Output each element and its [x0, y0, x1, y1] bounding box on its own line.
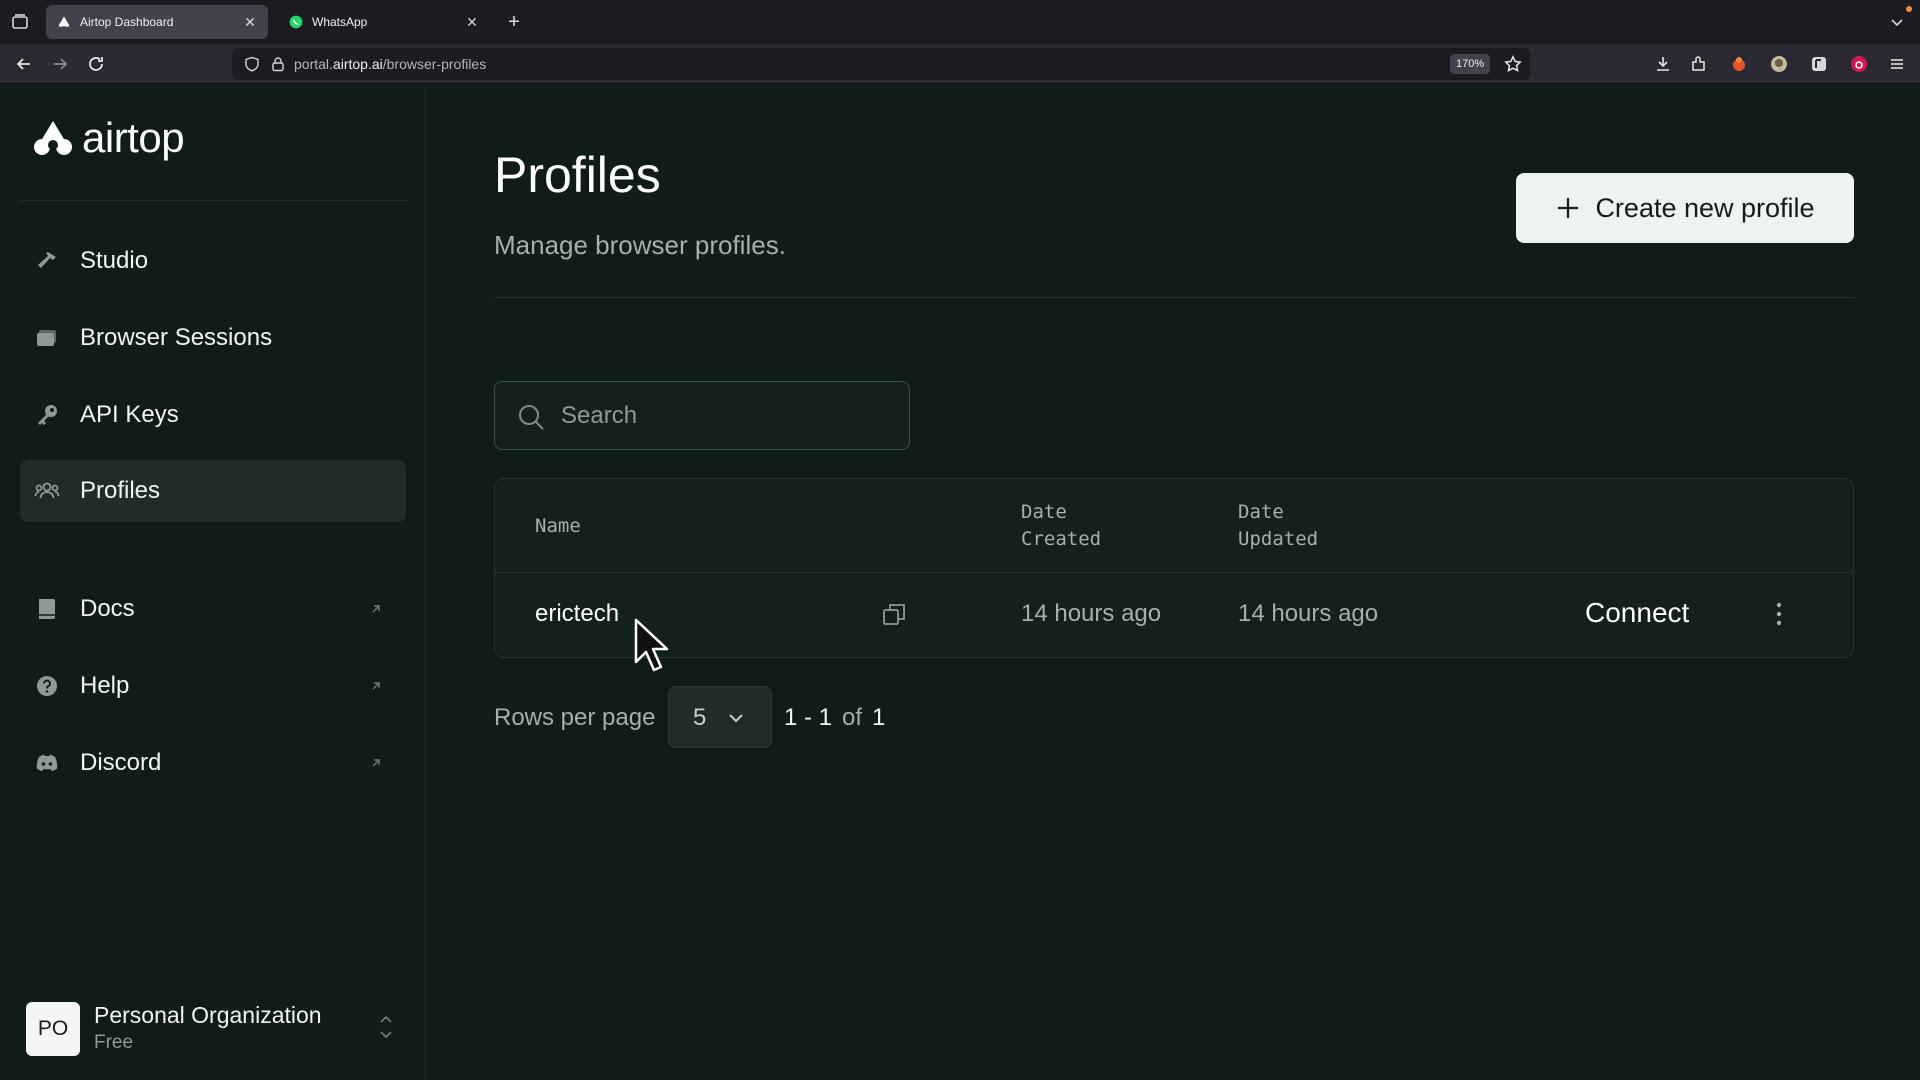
extension-avatar-icon[interactable] [1770, 55, 1788, 73]
sidebar-item-label: Browser Sessions [80, 324, 273, 351]
column-header-date-created[interactable]: Date Created [1021, 499, 1141, 553]
forward-arrow-icon[interactable] [50, 54, 70, 74]
close-tab-icon[interactable]: ✕ [464, 14, 480, 30]
address-bar[interactable]: portal.airtop.ai/browser-profiles 170% [232, 48, 1530, 80]
airtop-logo-icon [34, 121, 72, 155]
sidebar-divider [20, 200, 410, 201]
users-icon [34, 482, 60, 499]
tab-overview-icon[interactable] [10, 12, 30, 32]
pagination: Rows per page 5 1 - 1 of 1 [494, 686, 1094, 748]
list-all-tabs-icon[interactable] [1888, 13, 1906, 31]
table-row[interactable]: erictech 14 hours ago 14 hours ago Conne… [495, 573, 1853, 657]
profile-date-updated: 14 hours ago [1238, 600, 1379, 627]
more-options-icon[interactable] [1765, 597, 1793, 631]
create-new-profile-button[interactable]: Create new profile [1516, 173, 1854, 243]
airtop-favicon-icon [56, 14, 72, 30]
tab-whatsapp[interactable]: WhatsApp ✕ [278, 5, 490, 39]
sidebar: airtop Studio Browser Sessions API Keys … [0, 84, 426, 1080]
copy-icon[interactable] [881, 601, 907, 627]
org-name: Personal Organization [94, 1002, 322, 1028]
url-prefix: portal. [294, 56, 333, 72]
sidebar-item-api-keys[interactable]: API Keys [20, 384, 406, 446]
browser-tab-bar: Airtop Dashboard ✕ WhatsApp ✕ + [0, 0, 1920, 44]
header-divider [494, 297, 1854, 298]
tab-airtop-dashboard[interactable]: Airtop Dashboard ✕ [46, 5, 268, 39]
chevron-up-down-icon [380, 1015, 392, 1039]
url-domain: airtop.ai [332, 56, 383, 72]
browser-sessions-icon [37, 330, 56, 346]
back-arrow-icon[interactable] [14, 54, 34, 74]
key-icon [38, 405, 57, 425]
sidebar-item-profiles[interactable]: Profiles [20, 460, 406, 522]
search-box[interactable] [494, 381, 910, 450]
new-tab-icon[interactable]: + [504, 12, 524, 32]
sidebar-item-studio[interactable]: Studio [20, 230, 406, 292]
sidebar-item-help[interactable]: Help [20, 655, 406, 717]
column-header-date-updated[interactable]: Date Updated [1238, 499, 1358, 553]
lock-icon[interactable] [270, 56, 286, 72]
external-link-icon [372, 682, 380, 690]
page-title: Profiles [494, 147, 661, 203]
discord-icon [36, 754, 58, 771]
sidebar-item-discord[interactable]: Discord [20, 732, 406, 794]
whatsapp-favicon-icon [288, 14, 304, 30]
page-subtitle: Manage browser profiles. [494, 230, 786, 260]
mouse-cursor-icon [634, 618, 669, 672]
external-link-icon [372, 605, 380, 613]
menu-hamburger-icon[interactable] [1888, 55, 1906, 73]
range-text: 1 - 1 [784, 704, 833, 731]
chevron-down-icon [729, 714, 743, 723]
rows-per-page-select[interactable]: 5 [668, 686, 772, 748]
rows-per-page-value: 5 [693, 704, 707, 731]
help-circle-icon [37, 676, 57, 696]
url-path: /browser-profiles [382, 56, 487, 72]
tab-title: WhatsApp [312, 15, 368, 29]
organization-switcher[interactable]: PO Personal Organization Free [26, 1000, 406, 1060]
sidebar-item-label: API Keys [80, 401, 179, 428]
plus-icon [1558, 198, 1579, 218]
notification-dot [1906, 6, 1912, 12]
org-plan: Free [94, 1032, 134, 1053]
connect-button[interactable]: Connect [1585, 597, 1689, 629]
org-avatar: PO [26, 1002, 80, 1056]
reload-icon[interactable] [86, 54, 106, 74]
zoom-level-badge[interactable]: 170% [1450, 54, 1491, 74]
table-header: Name Date Created Date Updated [495, 479, 1853, 573]
downloads-icon[interactable] [1654, 55, 1672, 73]
profiles-table: Name Date Created Date Updated erictech … [494, 478, 1854, 658]
airtop-logo[interactable]: airtop [32, 114, 185, 162]
shield-icon[interactable] [244, 56, 260, 72]
sidebar-item-label: Studio [80, 247, 149, 274]
rows-per-page-label: Rows per page [494, 704, 656, 731]
extension-bug-icon[interactable] [1730, 55, 1748, 73]
column-header-name[interactable]: Name [535, 513, 581, 540]
close-tab-icon[interactable]: ✕ [242, 14, 258, 30]
external-link-icon [372, 759, 380, 767]
search-input[interactable] [561, 400, 891, 432]
url-text[interactable]: portal.airtop.ai/browser-profiles [294, 56, 486, 72]
pagination-range: 1 - 1 of 1 [784, 704, 885, 732]
create-button-label: Create new profile [1595, 192, 1815, 223]
sidebar-item-docs[interactable]: Docs [20, 578, 406, 640]
profile-name[interactable]: erictech [535, 600, 619, 628]
sidebar-item-label: Help [80, 672, 130, 699]
range-total: 1 [872, 704, 886, 731]
sidebar-item-label: Discord [80, 749, 162, 776]
tab-title: Airtop Dashboard [80, 15, 174, 29]
bookmark-star-icon[interactable] [1504, 55, 1522, 73]
book-icon [39, 599, 55, 619]
brand-name: airtop [82, 114, 185, 161]
search-icon [519, 405, 544, 430]
extension-red-icon[interactable] [1850, 55, 1868, 73]
sidebar-item-label: Profiles [80, 477, 161, 504]
range-of: of [842, 704, 863, 731]
extension-reader-icon[interactable] [1810, 55, 1828, 73]
browser-nav-bar: portal.airtop.ai/browser-profiles 170% [0, 44, 1920, 84]
extensions-icon[interactable] [1690, 55, 1708, 73]
profile-date-created: 14 hours ago [1021, 600, 1162, 627]
sidebar-item-browser-sessions[interactable]: Browser Sessions [20, 307, 406, 369]
hammer-icon [38, 252, 56, 268]
sidebar-item-label: Docs [80, 595, 135, 622]
